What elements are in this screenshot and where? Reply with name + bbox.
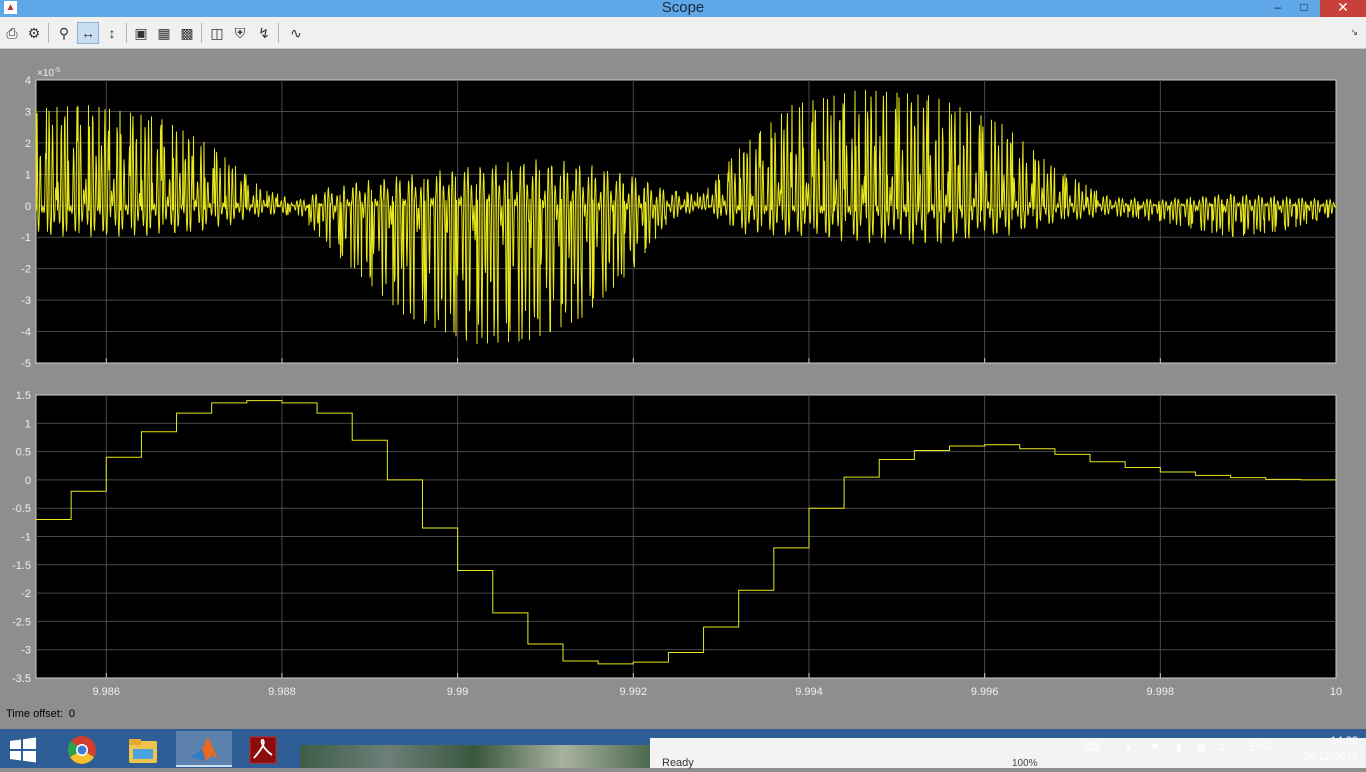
clock-date: 28/12/2017 (1302, 751, 1358, 763)
x-tick-label: 9.992 (620, 686, 648, 698)
settings-icon[interactable]: ⚙ (24, 23, 44, 43)
lower-y-ticks: 1.5 1 0.5 0 -0.5 -1 -1.5 -2 -2.5 -3 -3.5 (12, 390, 31, 685)
network-icon[interactable]: ▦ (1196, 741, 1206, 757)
x-tick-label: 9.986 (93, 686, 121, 698)
y-tick-label: 1 (25, 169, 31, 181)
restore-axes-icon[interactable]: ▩ (177, 23, 197, 43)
upper-axes[interactable]: 4 3 2 1 0 -1 -2 -3 -4 -5 ×10-5 (21, 67, 1337, 370)
matlab-ready-status: Ready (662, 757, 694, 769)
save-axes-icon[interactable]: ▦ (154, 23, 174, 43)
y-tick-label: 0 (25, 201, 31, 213)
toolbar-overflow-arrow[interactable]: ↘ (1350, 27, 1358, 38)
y-tick-label: -2.5 (12, 616, 31, 628)
scope-figure: 4 3 2 1 0 -1 -2 -3 -4 -5 ×10-5 1.5 1 0.5 0 -0.5 -1 -1.5… (0, 49, 1366, 729)
lower-axes[interactable]: 1.5 1 0.5 0 -0.5 -1 -1.5 -2 -2.5 -3 -3.5 (12, 390, 1337, 685)
toolbar-separator (126, 23, 127, 43)
volume-icon[interactable]: ♫ (1218, 741, 1226, 757)
zoom-in-icon[interactable]: ⚲ (54, 23, 74, 43)
y-tick-label: -4 (21, 327, 31, 339)
print-icon[interactable]: ⎙ (2, 23, 22, 43)
close-button[interactable]: ✕ (1320, 0, 1366, 17)
minimize-button[interactable]: – (1266, 0, 1290, 17)
y-tick-label: 0.5 (16, 447, 31, 459)
x-tick-label: 9.988 (268, 686, 296, 698)
time-offset-value: 0 (68, 708, 75, 720)
battery-icon[interactable]: ▮ (1176, 741, 1182, 757)
y-tick-label: 2 (25, 138, 31, 150)
time-offset-label: Time offset: (6, 708, 63, 720)
y-tick-label: 1 (25, 418, 31, 430)
signal-selection-icon[interactable]: ↯ (254, 23, 274, 43)
upper-y-ticks: 4 3 2 1 0 -1 -2 -3 -4 -5 (21, 75, 31, 370)
matlab-icon[interactable] (176, 731, 232, 767)
matlab-zoom-level: 100% (1012, 758, 1038, 769)
y-tick-label: 1.5 (16, 390, 31, 402)
y-tick-label: 3 (25, 106, 31, 118)
touch-keyboard-icon[interactable]: ⌨ (1084, 741, 1100, 757)
x-tick-label: 9.998 (1147, 686, 1175, 698)
y-tick-label: -5 (21, 358, 31, 370)
y-tick-label: -1.5 (12, 560, 31, 572)
maximize-button[interactable]: □ (1292, 0, 1316, 17)
floating-scope-icon[interactable]: ◫ (207, 23, 227, 43)
y-tick-label: -3 (21, 645, 31, 657)
y-tick-label: -2 (21, 588, 31, 600)
toolbar-separator (278, 23, 279, 43)
windows-start-icon[interactable] (8, 737, 38, 763)
input-language[interactable]: ENG (1249, 741, 1273, 757)
desktop-background-strip (300, 745, 650, 768)
taskbar-clock[interactable]: 14:33 28/12/2017 (1303, 733, 1358, 765)
y-tick-label: -3.5 (12, 673, 31, 685)
legend-icon[interactable]: ∿ (284, 23, 308, 43)
y-tick-label: -1 (21, 232, 31, 244)
zoom-y-icon[interactable]: ↕ (102, 23, 122, 43)
x-tick-label: 9.996 (971, 686, 999, 698)
y-tick-label: -0.5 (12, 503, 31, 515)
autoscale-icon[interactable]: ▣ (131, 23, 151, 43)
acrobat-icon[interactable] (236, 731, 292, 767)
clock-time: 14:33 (1330, 735, 1358, 747)
chrome-icon[interactable] (54, 731, 110, 767)
y-tick-label: 0 (25, 475, 31, 487)
x-tick-label: 10 (1330, 686, 1342, 698)
scope-plots[interactable]: 43210-1-2-3-4-5 ×10-5 1.510.50-0.5-1-1.5… (0, 49, 1366, 709)
upper-exponent-label: ×10-5 (37, 67, 60, 79)
y-tick-label: 4 (25, 75, 31, 87)
lock-icon[interactable]: ⛨ (230, 23, 250, 43)
x-tick-label: 9.99 (447, 686, 468, 698)
x-axis-ticks: 9.986 9.988 9.99 9.992 9.994 9.996 9.998 10 (93, 686, 1343, 698)
action-center-icon[interactable]: ⚑ (1150, 741, 1160, 757)
y-tick-label: -3 (21, 295, 31, 307)
x-tick-label: 9.994 (795, 686, 823, 698)
y-tick-label: -2 (21, 264, 31, 276)
y-tick-label: -1 (21, 532, 31, 544)
show-hidden-icons-icon[interactable]: ▴ (1126, 741, 1132, 757)
window-titlebar: ▲ Scope – □ ✕ (0, 0, 1366, 17)
zoom-x-icon[interactable]: ↔ (77, 22, 99, 44)
scope-toolbar: ⎙ ⚙ ⚲ ↔ ↕ ▣ ▦ ▩ ◫ ⛨ ↯ ∿ ↘ (0, 17, 1366, 49)
window-title: Scope (661, 0, 705, 16)
toolbar-separator (201, 23, 202, 43)
file-explorer-icon[interactable] (115, 731, 171, 767)
toolbar-separator (48, 23, 49, 43)
time-offset-status: Time offset: 0 (0, 708, 75, 720)
